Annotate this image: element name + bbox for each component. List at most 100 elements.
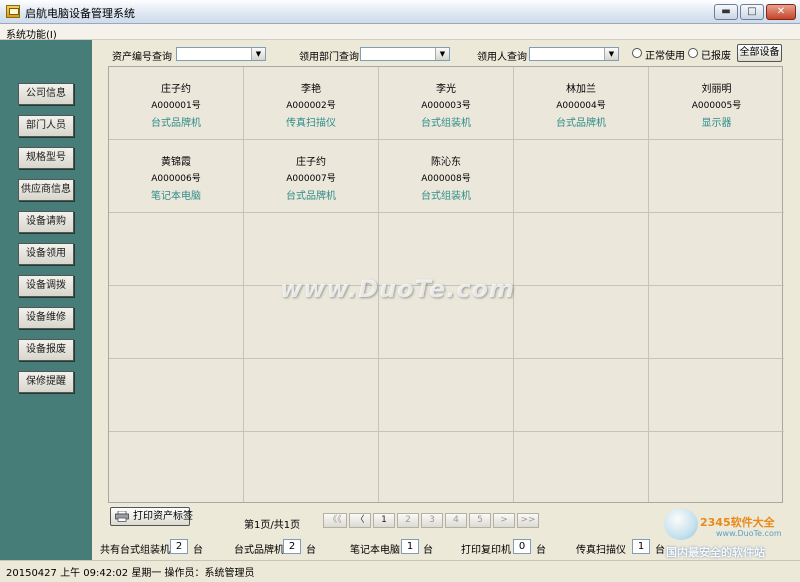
page-2-button[interactable]: 2 <box>397 513 419 528</box>
person-combo[interactable]: ▼ <box>529 47 619 61</box>
empty-cell <box>514 140 649 213</box>
asset-type: 台式品牌机 <box>556 118 606 129</box>
stat-printer-label: 打印复印机 <box>461 545 511 556</box>
minimize-button[interactable]: ▬ <box>714 4 738 20</box>
radio-scrapped-label: 已报废 <box>701 51 731 62</box>
stat-laptop-value: 1 <box>401 539 419 554</box>
empty-cell <box>244 432 379 502</box>
logo-line3: 国内最安全的软件站 <box>666 546 765 559</box>
asset-code-combo[interactable]: ▼ <box>176 47 266 61</box>
printer-icon <box>115 511 129 522</box>
empty-cell <box>109 359 244 432</box>
sidebar-item-purchase[interactable]: 设备请购 <box>18 211 74 233</box>
asset-holder: 李艳 <box>301 84 321 95</box>
asset-code: A000004号 <box>556 101 606 111</box>
window-title: 启航电脑设备管理系统 <box>25 7 135 20</box>
print-labels-label: 打印资产标签 <box>133 511 193 522</box>
close-button[interactable]: ✕ <box>766 4 796 20</box>
status-bar: 20150427 上午 09:42:02 星期一 操作员：系统管理员 <box>0 560 800 582</box>
corner-logo: 2345软件大全 www.DuoTe.com 国内最安全的软件站 <box>660 506 798 560</box>
empty-cell <box>379 359 514 432</box>
asset-card[interactable]: 庄子约 A000001号 台式品牌机 <box>109 67 244 140</box>
asset-code: A000002号 <box>286 101 336 111</box>
sidebar-item-spec[interactable]: 规格型号 <box>18 147 74 169</box>
stat-unit: 台 <box>193 545 203 556</box>
sidebar-item-transfer[interactable]: 设备调拨 <box>18 275 74 297</box>
sidebar-item-warranty[interactable]: 保修提醒 <box>18 371 74 393</box>
asset-holder: 庄子约 <box>296 157 326 168</box>
radio-normal[interactable] <box>632 48 642 58</box>
prev-page-button[interactable]: 〈 <box>349 513 371 528</box>
radio-normal-label: 正常使用 <box>645 51 685 62</box>
stat-unit: 台 <box>536 545 546 556</box>
chevron-down-icon[interactable]: ▼ <box>251 48 265 60</box>
asset-type: 笔记本电脑 <box>151 191 201 202</box>
asset-type: 显示器 <box>701 118 732 129</box>
watermark-text: www.DuoTe.com <box>280 275 515 303</box>
asset-code: A000005号 <box>691 101 742 111</box>
asset-code: A000003号 <box>421 101 471 111</box>
all-devices-button[interactable]: 全部设备 <box>737 44 782 62</box>
stat-assembled-label: 共有台式组装机 <box>100 545 170 556</box>
asset-code: A000007号 <box>286 174 336 184</box>
asset-code: A000006号 <box>151 174 201 184</box>
empty-cell <box>649 213 784 286</box>
first-page-button[interactable]: 《《 <box>323 513 347 528</box>
stat-unit: 台 <box>306 545 316 556</box>
page-4-button[interactable]: 4 <box>445 513 467 528</box>
sidebar: 公司信息 部门人员 规格型号 供应商信息 设备请购 设备领用 设备调拨 设备维修… <box>0 40 92 560</box>
asset-card[interactable]: 陈沁东 A000008号 台式组装机 <box>379 140 514 213</box>
maximize-button[interactable]: □ <box>740 4 764 20</box>
page-3-button[interactable]: 3 <box>421 513 443 528</box>
empty-cell <box>649 140 784 213</box>
asset-code: A000008号 <box>421 174 471 184</box>
empty-cell <box>514 213 649 286</box>
stat-unit: 台 <box>423 545 433 556</box>
app-icon <box>6 5 20 18</box>
asset-type: 传真扫描仪 <box>286 118 336 129</box>
sidebar-item-scrap[interactable]: 设备报废 <box>18 339 74 361</box>
empty-cell <box>244 359 379 432</box>
asset-card[interactable]: 李光 A000003号 台式组装机 <box>379 67 514 140</box>
sidebar-item-company[interactable]: 公司信息 <box>18 83 74 105</box>
asset-holder: 李光 <box>436 84 456 95</box>
page-info: 第1页/共1页 <box>244 520 301 531</box>
dept-combo[interactable]: ▼ <box>360 47 450 61</box>
asset-card[interactable]: 李艳 A000002号 传真扫描仪 <box>244 67 379 140</box>
empty-cell <box>379 432 514 502</box>
empty-cell <box>514 432 649 502</box>
stat-brand-label: 台式品牌机 <box>234 545 284 556</box>
asset-type: 台式组装机 <box>421 191 471 202</box>
person-label: 领用人查询 <box>477 52 527 63</box>
dept-label: 领用部门查询 <box>299 52 359 63</box>
chevron-down-icon[interactable]: ▼ <box>604 48 618 60</box>
asset-card[interactable]: 刘丽明 A000005号 显示器 <box>649 67 784 140</box>
next-page-button[interactable]: > <box>493 513 515 528</box>
radio-scrapped[interactable] <box>688 48 698 58</box>
asset-card[interactable]: 林加兰 A000004号 台式品牌机 <box>514 67 649 140</box>
logo-line1: 2345软件大全 <box>700 516 775 529</box>
page-5-button[interactable]: 5 <box>469 513 491 528</box>
asset-card[interactable]: 庄子约 A000007号 台式品牌机 <box>244 140 379 213</box>
empty-cell <box>514 286 649 359</box>
print-labels-button[interactable]: 打印资产标签 <box>110 507 193 526</box>
empty-cell <box>109 432 244 502</box>
menu-bar: 系统功能(I) <box>0 24 800 41</box>
sidebar-item-repair[interactable]: 设备维修 <box>18 307 74 329</box>
sidebar-item-department[interactable]: 部门人员 <box>18 115 74 137</box>
sidebar-item-supplier[interactable]: 供应商信息 <box>18 179 74 201</box>
asset-type: 台式品牌机 <box>151 118 201 129</box>
chevron-down-icon[interactable]: ▼ <box>435 48 449 60</box>
last-page-button[interactable]: >> <box>517 513 539 528</box>
menu-system[interactable]: 系统功能(I) <box>6 26 57 41</box>
status-text: 20150427 上午 09:42:02 星期一 操作员：系统管理员 <box>6 568 255 579</box>
asset-code-label: 资产编号查询 <box>112 52 172 63</box>
sidebar-item-use[interactable]: 设备领用 <box>18 243 74 265</box>
logo-line2: www.DuoTe.com <box>716 529 782 538</box>
stat-brand-value: 2 <box>283 539 301 554</box>
page-1-button[interactable]: 1 <box>373 513 395 528</box>
asset-card[interactable]: 黄锦霞 A000006号 笔记本电脑 <box>109 140 244 213</box>
asset-holder: 庄子约 <box>161 84 191 95</box>
empty-cell <box>514 359 649 432</box>
stat-assembled-value: 2 <box>170 539 188 554</box>
